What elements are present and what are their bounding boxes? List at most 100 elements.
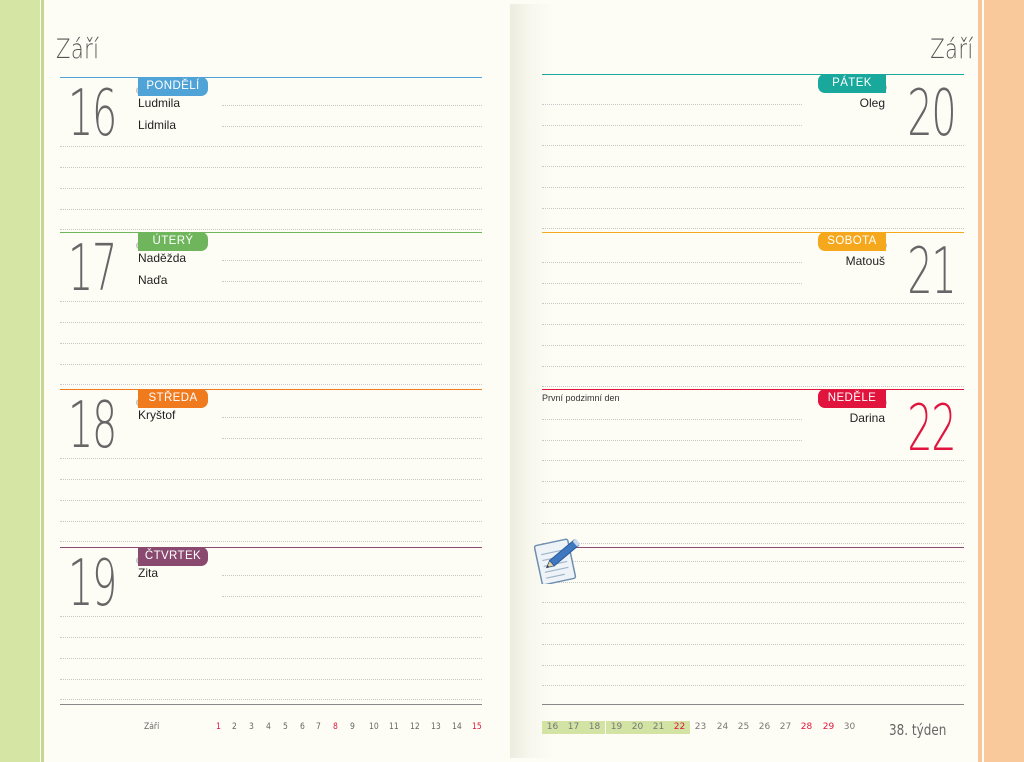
ruled-line bbox=[542, 644, 964, 645]
day-divider bbox=[60, 232, 482, 233]
ruled-line bbox=[60, 458, 482, 459]
ruled-line bbox=[542, 345, 964, 346]
day-number: 20 bbox=[906, 77, 956, 151]
ruled-line bbox=[222, 575, 482, 576]
nameday: Kryštof bbox=[138, 408, 176, 422]
day-label-badge: ÚTERÝ bbox=[138, 232, 208, 251]
ruled-line bbox=[542, 623, 964, 624]
mini-cal-day: 4 bbox=[266, 722, 271, 732]
ruled-line bbox=[222, 417, 482, 418]
day-number: 17 bbox=[68, 232, 117, 306]
mini-cal-day: 20 bbox=[627, 721, 648, 734]
mini-cal-day: 8 bbox=[333, 722, 338, 732]
mini-cal-day: 23 bbox=[694, 722, 707, 732]
ruled-line bbox=[542, 166, 964, 167]
day-divider bbox=[60, 547, 482, 548]
ruled-line bbox=[542, 502, 964, 503]
mini-cal-day: 12 bbox=[410, 722, 420, 732]
left-cover-strip bbox=[0, 0, 40, 762]
nameday: Zita bbox=[138, 566, 159, 580]
day-number: 22 bbox=[906, 392, 956, 466]
mini-cal-day: 22 bbox=[669, 721, 690, 734]
ruled-line bbox=[60, 146, 482, 147]
ruled-line bbox=[542, 602, 964, 603]
ruled-line bbox=[60, 541, 482, 542]
ruled-line bbox=[542, 187, 964, 188]
day-divider bbox=[542, 389, 964, 390]
nameday: Naďa bbox=[138, 273, 168, 287]
ruled-line bbox=[542, 582, 964, 583]
mini-cal-day: 18 bbox=[584, 721, 605, 734]
ruled-line bbox=[542, 303, 964, 304]
ruled-line bbox=[542, 208, 964, 209]
day-number: 16 bbox=[68, 77, 117, 151]
holiday-note: První podzimní den bbox=[542, 393, 620, 403]
ruled-line bbox=[60, 301, 482, 302]
mini-cal-day: 13 bbox=[431, 722, 441, 732]
nameday: Naděžda bbox=[138, 251, 187, 265]
mini-cal-day: 30 bbox=[843, 722, 856, 732]
mini-cal-day: 27 bbox=[779, 722, 792, 732]
ruled-line bbox=[542, 228, 964, 229]
ruled-line bbox=[60, 658, 482, 659]
ruled-line bbox=[60, 521, 482, 522]
mini-cal-day: 17 bbox=[563, 721, 584, 734]
day-number: 19 bbox=[68, 547, 117, 621]
mini-cal-day: 11 bbox=[389, 722, 399, 732]
ruled-line bbox=[542, 440, 802, 441]
ruled-line bbox=[542, 145, 964, 146]
mini-cal-month-label: Září bbox=[144, 722, 160, 732]
day-label-badge: PONDĚLÍ bbox=[138, 77, 208, 96]
nameday: Darina bbox=[849, 411, 885, 425]
day-divider bbox=[542, 232, 964, 233]
mini-cal-day: 15 bbox=[472, 722, 482, 732]
notes-divider bbox=[542, 547, 964, 548]
mini-cal-day: 24 bbox=[716, 722, 729, 732]
week-label: 38. týden bbox=[889, 721, 947, 739]
mini-cal-day: 16 bbox=[542, 721, 563, 734]
mini-cal-day: 25 bbox=[737, 722, 750, 732]
right-cover-strip bbox=[984, 0, 1024, 762]
day-label-badge: STŘEDA bbox=[138, 389, 208, 408]
day-divider bbox=[542, 74, 964, 75]
ruled-line bbox=[542, 685, 964, 686]
ruled-line bbox=[60, 479, 482, 480]
mini-cal-day: 29 bbox=[822, 722, 835, 732]
ruled-line bbox=[60, 209, 482, 210]
bottom-rule-left bbox=[60, 704, 482, 705]
mini-cal-day: 7 bbox=[316, 722, 321, 732]
mini-cal-day: 5 bbox=[283, 722, 288, 732]
ruled-line bbox=[542, 481, 964, 482]
ruled-line bbox=[60, 167, 482, 168]
ruled-line bbox=[542, 460, 964, 461]
ruled-line bbox=[60, 229, 482, 230]
ruled-line bbox=[542, 366, 964, 367]
mini-cal-day: 6 bbox=[300, 722, 305, 732]
ruled-line bbox=[60, 699, 482, 700]
ruled-line bbox=[60, 322, 482, 323]
nameday: Ludmila bbox=[138, 96, 181, 110]
ruled-line bbox=[222, 281, 482, 282]
mini-cal-day: 2 bbox=[232, 722, 237, 732]
ruled-line bbox=[542, 419, 802, 420]
ruled-line bbox=[60, 364, 482, 365]
day-divider bbox=[60, 77, 482, 78]
ruled-line bbox=[542, 386, 964, 387]
left-cover-line bbox=[41, 0, 44, 762]
month-title-right: Září bbox=[930, 34, 974, 65]
mini-cal-day: 28 bbox=[800, 722, 813, 732]
mini-cal-day: 10 bbox=[369, 722, 379, 732]
mini-cal-day: 9 bbox=[350, 722, 355, 732]
ruled-line bbox=[60, 637, 482, 638]
mini-cal-day: 21 bbox=[648, 721, 669, 734]
ruled-line bbox=[542, 561, 964, 562]
ruled-line bbox=[60, 384, 482, 385]
day-label-badge: SOBOTA bbox=[818, 232, 886, 251]
ruled-line bbox=[222, 126, 482, 127]
ruled-line bbox=[542, 665, 964, 666]
ruled-line bbox=[542, 125, 802, 126]
notepad-pencil-icon bbox=[534, 538, 581, 584]
mini-cal-day: 1 bbox=[216, 722, 221, 732]
day-number: 18 bbox=[68, 389, 117, 463]
day-number: 21 bbox=[906, 235, 956, 309]
